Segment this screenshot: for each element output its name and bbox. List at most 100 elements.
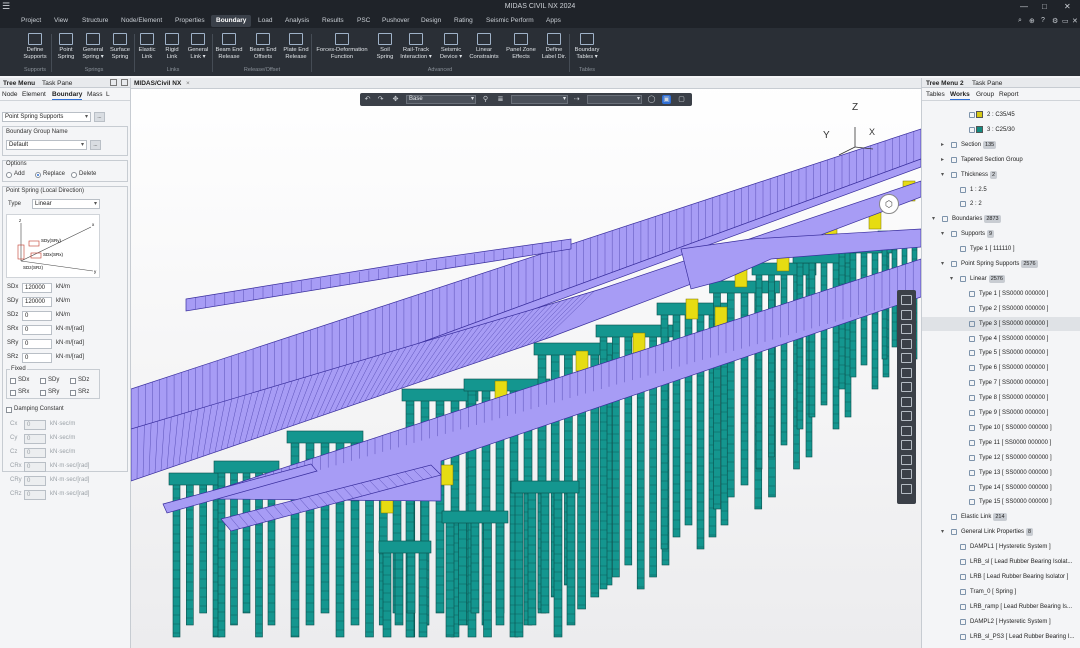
damping-checkbox[interactable] <box>6 407 12 413</box>
select-icon[interactable]: ✥ <box>391 95 400 104</box>
tree-item[interactable]: Type 11 [ SS0000 000000 ] <box>922 436 1080 450</box>
tab-works[interactable]: Works <box>950 91 970 100</box>
close-icon[interactable]: ✕ <box>1072 17 1078 25</box>
viewport-tab-close-icon[interactable]: × <box>186 80 190 87</box>
view-iso-icon[interactable] <box>901 411 912 421</box>
tree-item[interactable]: LRB_sl_PS3 [ Lead Rubber Bearing I... <box>922 630 1080 644</box>
beam-end-offsets-button[interactable]: Beam End Offsets <box>248 30 278 60</box>
expand-arrow-icon[interactable]: ▾ <box>932 212 935 226</box>
stiffness-input-srx[interactable]: 0 <box>22 325 52 335</box>
view-top-icon[interactable] <box>901 367 912 378</box>
expand-arrow-icon[interactable]: ▾ <box>950 272 953 286</box>
menu-project[interactable]: Project <box>21 17 41 24</box>
tab-task-pane[interactable]: Task Pane <box>42 80 72 87</box>
menu-psc[interactable]: PSC <box>357 17 370 24</box>
damping-input-cry[interactable]: 0 <box>24 476 46 486</box>
tab-group[interactable]: Group <box>976 91 994 98</box>
type-select[interactable]: Linear <box>32 199 100 209</box>
tree-item[interactable]: DAMPL1 [ Hysteretic System ] <box>922 540 1080 554</box>
pin-icon[interactable] <box>110 79 117 86</box>
menu-properties[interactable]: Properties <box>175 17 205 24</box>
general-link-button[interactable]: General Link ▾ <box>186 30 210 60</box>
define-label-dir-button[interactable]: Define Label Dir. <box>540 30 568 60</box>
stiffness-input-sdz[interactable]: 0 <box>22 311 52 321</box>
damping-input-cx[interactable]: 0 <box>24 420 46 430</box>
menu-structure[interactable]: Structure <box>82 17 108 24</box>
menu-boundary[interactable]: Boundary <box>211 15 252 27</box>
plate-end-release-button[interactable]: Plate End Release <box>281 30 311 60</box>
surface-spring-button[interactable]: Surface Spring <box>107 30 133 60</box>
damping-input-cz[interactable]: 0 <box>24 448 46 458</box>
layers-icon[interactable]: ≣ <box>496 95 505 104</box>
tree-item[interactable]: Tram_0 [ Spring ] <box>922 585 1080 599</box>
tree-item[interactable]: Type 14 [ SS0000 000000 ] <box>922 481 1080 495</box>
rail-track-button[interactable]: Rail-Track Interaction ▾ <box>399 30 433 60</box>
boundary-tables-button[interactable]: Boundary Tables ▾ <box>571 30 603 60</box>
view-side-icon[interactable] <box>901 396 912 407</box>
tree-item[interactable]: Type 3 [ SS0000 000000 ] <box>922 316 1080 331</box>
tab-tables[interactable]: Tables <box>926 91 945 98</box>
tree-item[interactable]: LRB_sl [ Lead Rubber Bearing Isolat... <box>922 555 1080 569</box>
arrow-icon[interactable]: ⇢ <box>572 95 581 104</box>
tree-item[interactable]: Type 2 [ SS0000 000000 ] <box>922 302 1080 316</box>
group-more-button[interactable]: ... <box>90 140 101 150</box>
seismic-device-button[interactable]: Seismic Device ▾ <box>436 30 466 60</box>
tree-item[interactable]: Type 7 [ SS0000 000000 ] <box>922 376 1080 390</box>
fixed-sdx-checkbox[interactable] <box>10 378 16 384</box>
function-more-button[interactable]: ... <box>94 112 105 122</box>
soil-spring-button[interactable]: Soil Spring <box>373 30 397 60</box>
expand-arrow-icon[interactable]: ▾ <box>941 227 944 241</box>
tree-item[interactable]: Elastic Link 214 <box>922 510 1080 524</box>
expand-arrow-icon[interactable]: ▾ <box>941 168 944 182</box>
tree-item[interactable]: LRB [ Lead Rubber Bearing Isolator ] <box>922 570 1080 584</box>
tree-item[interactable]: ▾ Point Spring Supports 2576 <box>922 257 1080 271</box>
model-viewport[interactable]: MIDAS/Civil NX × ⬡ Z Y X ↶ ↷ ✥ Base ⚲ ≣ … <box>131 78 921 648</box>
tree-item[interactable]: Type 13 [ SS0000 000000 ] <box>922 466 1080 480</box>
stiffness-input-sry[interactable]: 0 <box>22 339 52 349</box>
pan-icon[interactable] <box>901 324 912 334</box>
menu-rating[interactable]: Rating <box>454 17 473 24</box>
menu-load[interactable]: Load <box>258 17 272 24</box>
beam-end-release-button[interactable]: Beam End Release <box>214 30 244 60</box>
camera-icon[interactable] <box>901 483 912 494</box>
tree-item[interactable]: 2 : C35/45 <box>922 108 1080 122</box>
settings-icon[interactable]: ⚙ <box>1052 17 1058 25</box>
tree-item[interactable]: 2 : 2 <box>922 197 1080 211</box>
restore-icon[interactable]: ▭ <box>1062 17 1069 25</box>
filter-icon[interactable]: ⚲ <box>481 95 490 104</box>
tree-item[interactable]: Type 9 [ SS0000 000000 ] <box>922 406 1080 420</box>
menu-seismic-perform[interactable]: Seismic Perform <box>486 17 534 24</box>
tab-task-pane-2[interactable]: Task Pane <box>972 80 1002 87</box>
tree-item[interactable]: LRB_ramp [ Lead Rubber Bearing Is... <box>922 600 1080 614</box>
stiffness-input-sdy[interactable]: 120000 <box>22 297 52 307</box>
radio-replace[interactable] <box>35 172 41 178</box>
expand-arrow-icon[interactable]: ▾ <box>941 525 944 539</box>
general-spring-button[interactable]: General Spring ▾ <box>80 30 106 60</box>
tree-item[interactable]: 1 : 2.5 <box>922 183 1080 197</box>
tree-item[interactable]: Type 15 [ SS0000 000000 ] <box>922 495 1080 509</box>
step-select[interactable] <box>587 95 642 104</box>
group-select[interactable]: Default <box>6 140 87 150</box>
tree-item[interactable]: DAMPL2 [ Hysteretic System ] <box>922 615 1080 629</box>
menu-apps[interactable]: Apps <box>546 17 561 24</box>
tree-item[interactable]: ▾ General Link Properties 8 <box>922 525 1080 539</box>
panel-close-icon[interactable] <box>121 79 128 86</box>
menu-pushover[interactable]: Pushover <box>382 17 409 24</box>
tree-item[interactable]: Type 8 [ SS0000 000000 ] <box>922 391 1080 405</box>
zoom-icon[interactable] <box>901 338 912 349</box>
linear-constraints-button[interactable]: Linear Constraints <box>467 30 501 60</box>
menu-node-element[interactable]: Node/Element <box>121 17 162 24</box>
tree-item[interactable]: Type 10 [ SS0000 000000 ] <box>922 421 1080 435</box>
tree-item[interactable]: ▾ Linear 2576 <box>922 272 1080 286</box>
stiffness-input-sdx[interactable]: 120000 <box>22 283 52 293</box>
damping-input-crx[interactable]: 0 <box>24 462 46 472</box>
help-icon[interactable]: ? <box>1041 17 1045 24</box>
close-window-button[interactable]: ✕ <box>1064 2 1071 11</box>
tree-item[interactable]: Type 1 [ SS0000 000000 ] <box>922 287 1080 301</box>
fixed-sdy-checkbox[interactable] <box>40 378 46 384</box>
rotate-icon[interactable] <box>901 353 912 363</box>
undo-icon[interactable]: ↶ <box>363 95 372 104</box>
tree-item[interactable]: Type 6 [ SS0000 000000 ] <box>922 361 1080 375</box>
fixed-srz-checkbox[interactable] <box>70 390 76 396</box>
tab-tree-menu-2[interactable]: Tree Menu 2 <box>926 80 964 87</box>
